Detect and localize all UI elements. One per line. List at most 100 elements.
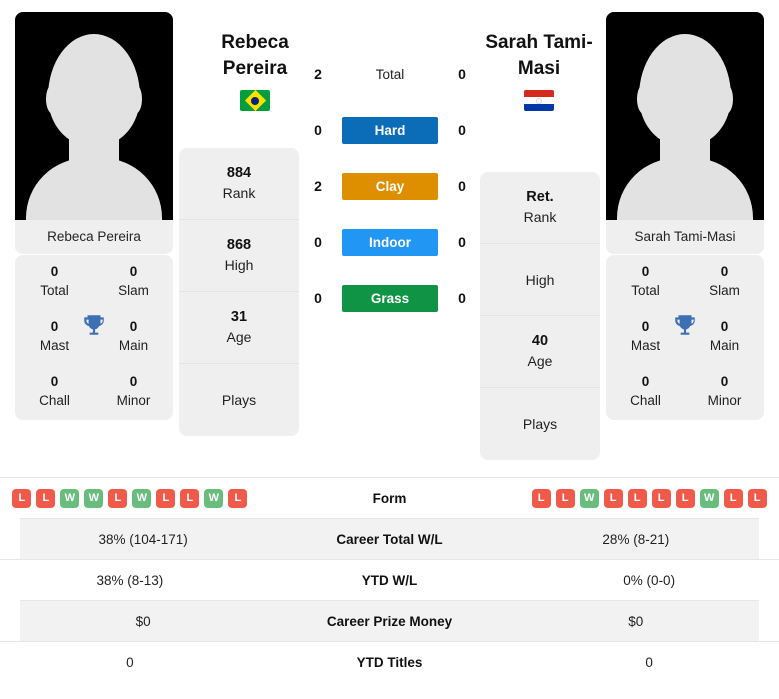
high-value: 868 bbox=[226, 237, 252, 253]
rank-row-rank: Ret. Rank bbox=[480, 172, 600, 244]
form-badge-loss: L bbox=[36, 488, 56, 508]
form-badges-left: LLWWLWLLWL bbox=[0, 488, 260, 508]
form-badge-loss: L bbox=[555, 488, 575, 508]
h2h-row-grass: 0 Grass 0 bbox=[305, 284, 475, 312]
form-badge-win: W bbox=[60, 488, 80, 508]
titles-chall-label: Chall bbox=[630, 393, 661, 408]
avatar-silhouette-ear-right bbox=[719, 84, 733, 114]
table-row-ytd-titles: 0 YTD Titles 0 bbox=[0, 641, 779, 682]
player-name-line1-right: Sarah Tami- bbox=[485, 32, 593, 53]
rank-value: Ret. bbox=[526, 189, 554, 205]
titles-slam: 0 Slam bbox=[94, 263, 173, 300]
form-badge-loss: L bbox=[180, 488, 200, 508]
titles-minor: 0 Minor bbox=[685, 373, 764, 410]
table-row-career-total-wl: 38% (104-171) Career Total W/L 28% (8-21… bbox=[20, 518, 759, 559]
age-value: 40 bbox=[531, 333, 549, 349]
flag-circle bbox=[251, 96, 259, 105]
h2h-row-indoor: 0 Indoor 0 bbox=[305, 228, 475, 256]
table-row-form: LLWWLWLLWL Form LLWLLLLWLL bbox=[0, 477, 779, 518]
paraguay-flag-icon bbox=[524, 90, 554, 111]
trophy-icon bbox=[84, 315, 104, 335]
rank-value: 884 bbox=[226, 165, 252, 181]
player-titles-card-right: 0 Total 0 Slam 0 Mast 0 Main 0 Chall 0 M… bbox=[606, 255, 764, 420]
rank-row-plays: Plays bbox=[480, 388, 600, 460]
value-left: $0 bbox=[135, 613, 151, 629]
player-photo-name-right: Sarah Tami-Masi bbox=[606, 220, 764, 254]
titles-grid: 0 Total 0 Slam 0 Mast 0 Main 0 Chall 0 M… bbox=[606, 263, 764, 410]
h2h-score-left: 0 bbox=[314, 290, 322, 306]
table-row-label: YTD W/L bbox=[361, 572, 418, 588]
surface-badge-hard[interactable]: Hard bbox=[342, 116, 438, 144]
avatar-silhouette-body bbox=[26, 158, 162, 220]
plays-label: Plays bbox=[221, 392, 257, 408]
surface-badge-clay[interactable]: Clay bbox=[342, 172, 438, 200]
h2h-score-right: 0 bbox=[458, 122, 466, 138]
titles-minor-value: 0 bbox=[720, 374, 729, 389]
table-row-career-prize-money: $0 Career Prize Money $0 bbox=[20, 600, 759, 641]
form-badge-win: W bbox=[84, 488, 104, 508]
form-badge-loss: L bbox=[156, 488, 176, 508]
player-rank-card-right: Ret. Rank High 40 Age Plays bbox=[480, 172, 600, 460]
titles-minor: 0 Minor bbox=[94, 373, 173, 410]
h2h-score-right: 0 bbox=[458, 290, 466, 306]
form-badge-win: W bbox=[132, 488, 152, 508]
rank-label: Rank bbox=[523, 209, 557, 225]
titles-slam-label: Slam bbox=[709, 283, 740, 298]
table-row-label: Form bbox=[372, 490, 407, 506]
player-name-line2-left: Pereira bbox=[222, 58, 288, 79]
player-titles-card-left: 0 Total 0 Slam 0 Mast 0 Main 0 Chall 0 M… bbox=[15, 255, 173, 420]
form-badge-loss: L bbox=[603, 488, 623, 508]
titles-chall: 0 Chall bbox=[15, 373, 94, 410]
form-badge-loss: L bbox=[651, 488, 671, 508]
form-badge-win: W bbox=[579, 488, 599, 508]
rank-row-rank: 884 Rank bbox=[179, 148, 299, 220]
value-right: 28% (8-21) bbox=[602, 531, 670, 547]
titles-minor-label: Minor bbox=[116, 393, 151, 408]
avatar-silhouette-ear-left bbox=[637, 84, 651, 114]
rank-row-high: High bbox=[480, 244, 600, 316]
flag-stripe-red bbox=[524, 90, 554, 97]
form-badges-right: LLWLLLLWLL bbox=[519, 488, 779, 508]
value-right: 0% (0-0) bbox=[623, 572, 676, 588]
form-badge-loss: L bbox=[723, 488, 743, 508]
high-label: High bbox=[525, 271, 555, 288]
h2h-row-hard: 0 Hard 0 bbox=[305, 116, 475, 144]
player-rank-card-left: 884 Rank 868 High 31 Age Plays bbox=[179, 148, 299, 436]
rank-row-plays: Plays bbox=[179, 364, 299, 436]
titles-grid: 0 Total 0 Slam 0 Mast 0 Main 0 Chall 0 M… bbox=[15, 263, 173, 410]
player-name-header-left: Rebeca Pereira bbox=[190, 30, 320, 111]
titles-total-value: 0 bbox=[641, 264, 650, 279]
titles-chall-value: 0 bbox=[641, 374, 650, 389]
h2h-score-left: 0 bbox=[314, 122, 322, 138]
age-label: Age bbox=[226, 329, 252, 345]
brazil-flag-icon bbox=[240, 90, 270, 111]
titles-chall-value: 0 bbox=[50, 374, 59, 389]
surface-badge-indoor[interactable]: Indoor bbox=[342, 228, 438, 256]
player-photo-card-right[interactable]: Sarah Tami-Masi bbox=[606, 12, 764, 254]
h2h-score-right: 0 bbox=[458, 66, 466, 82]
player-comparison-page: Rebeca Pereira Sarah Tami-Masi Rebeca Pe… bbox=[0, 0, 779, 699]
titles-total-value: 0 bbox=[50, 264, 59, 279]
head-to-head-surfaces: 2 Total 0 0 Hard 0 2 Clay 0 0 Indoor 0 0 bbox=[305, 60, 475, 340]
flag-stripe-blue bbox=[524, 104, 554, 111]
titles-total-label: Total bbox=[631, 283, 660, 298]
rank-row-age: 40 Age bbox=[480, 316, 600, 388]
form-badge-loss: L bbox=[12, 488, 32, 508]
surface-badge-grass[interactable]: Grass bbox=[342, 284, 438, 312]
avatar-silhouette-ear-left bbox=[46, 84, 60, 114]
trophy-icon bbox=[675, 315, 695, 335]
titles-slam-value: 0 bbox=[720, 264, 729, 279]
player-photo-card-left[interactable]: Rebeca Pereira bbox=[15, 12, 173, 254]
player-name-header-right: Sarah Tami- Masi bbox=[474, 30, 604, 111]
form-badge-loss: L bbox=[531, 488, 551, 508]
age-value: 31 bbox=[230, 309, 248, 325]
comparison-table: LLWWLWLLWL Form LLWLLLLWLL 38% (104-171)… bbox=[0, 477, 779, 682]
titles-slam-value: 0 bbox=[129, 264, 138, 279]
value-left: 38% (104-171) bbox=[98, 531, 188, 547]
form-badge-win: W bbox=[204, 488, 224, 508]
titles-chall: 0 Chall bbox=[606, 373, 685, 410]
form-badge-loss: L bbox=[108, 488, 128, 508]
high-label: High bbox=[224, 257, 254, 273]
h2h-row-total: 2 Total 0 bbox=[305, 60, 475, 88]
rank-row-high: 868 High bbox=[179, 220, 299, 292]
